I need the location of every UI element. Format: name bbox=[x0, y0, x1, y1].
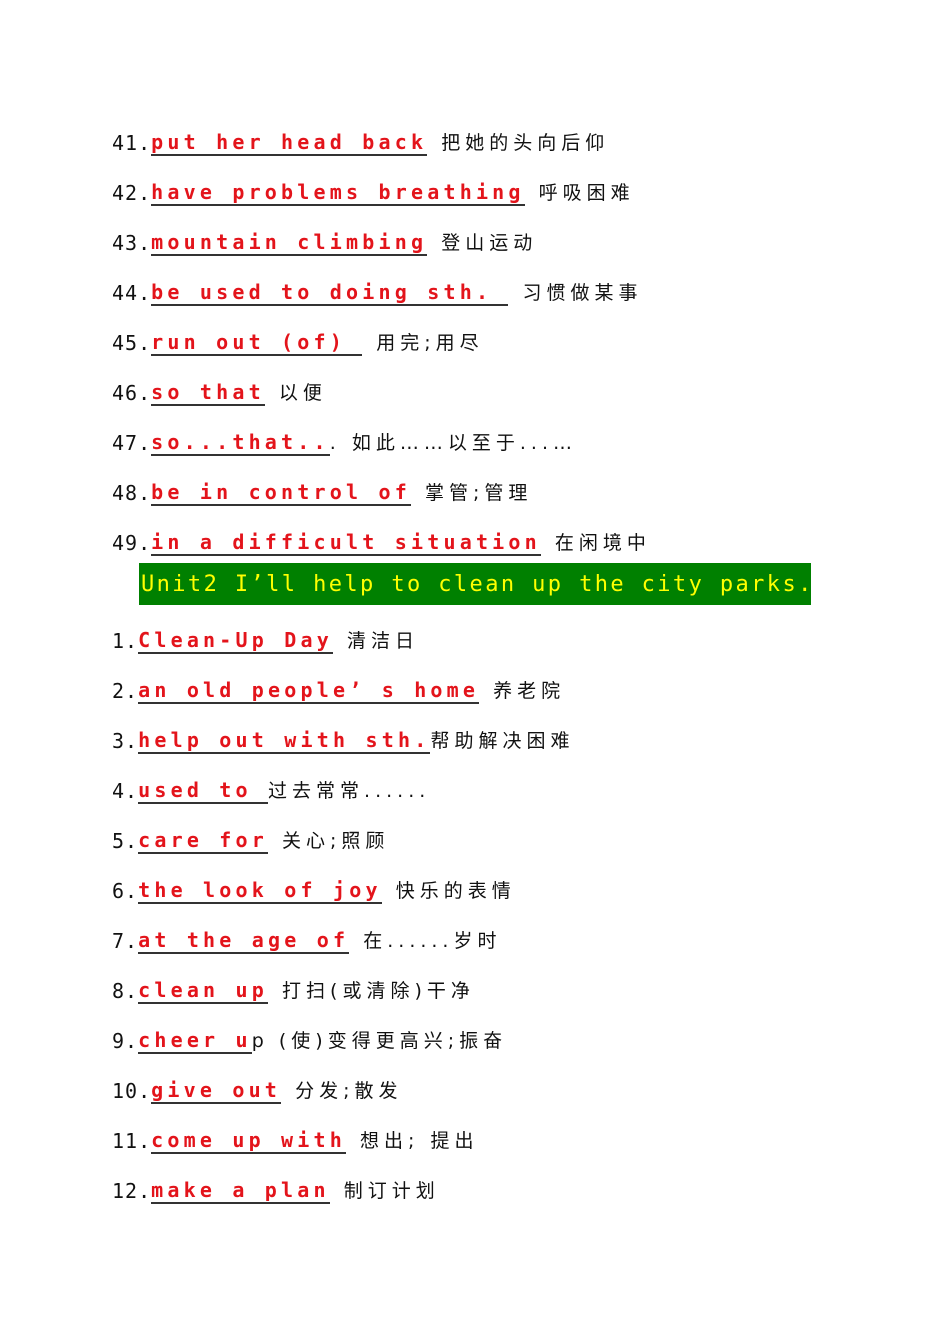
english-phrase: have problems breathing bbox=[151, 180, 525, 206]
chinese-meaning: 帮助解决困难 bbox=[430, 730, 575, 752]
chinese-meaning: 以便 bbox=[278, 382, 327, 404]
english-phrase: at the age of bbox=[138, 928, 350, 954]
english-phrase: run out (of) bbox=[151, 330, 363, 356]
vocab-item-10: 10. give out 分发;散发 bbox=[112, 1074, 402, 1104]
vocab-item-1: 1. Clean-Up Day 清洁日 bbox=[112, 624, 419, 654]
vocab-item-12: 12. make a plan 制订计划 bbox=[112, 1174, 440, 1204]
english-phrase: used to bbox=[138, 778, 269, 804]
chinese-meaning: 把她的头向后仰 bbox=[441, 132, 610, 154]
item-number: 49. bbox=[112, 531, 152, 555]
english-phrase: come up with bbox=[151, 1128, 347, 1154]
vocab-item-8: 8. clean up 打扫(或清除)干净 bbox=[112, 974, 475, 1004]
item-number: 11. bbox=[112, 1129, 152, 1153]
vocab-item-2: 2. an old people’ s home 养老院 bbox=[112, 674, 565, 704]
english-phrase: an old people’ s home bbox=[138, 678, 480, 704]
english-phrase: be in control of bbox=[151, 480, 411, 506]
vocab-item-47: 47. so...that.. . 如此……以至于...… bbox=[112, 426, 577, 456]
vocab-item-42: 42. have problems breathing 呼吸困难 bbox=[112, 176, 635, 206]
item-number: 46. bbox=[112, 381, 152, 405]
item-number: 5. bbox=[112, 829, 139, 853]
vocab-item-46: 46. so that 以便 bbox=[112, 376, 327, 406]
chinese-meaning: 养老院 bbox=[493, 680, 566, 702]
english-phrase: give out bbox=[151, 1078, 282, 1104]
vocab-item-44: 44. be used to doing sth. 习惯做某事 bbox=[112, 276, 642, 306]
english-phrase: put her head back bbox=[151, 130, 428, 156]
chinese-meaning: 用完;用尽 bbox=[376, 332, 484, 354]
chinese-meaning: 在......岁时 bbox=[363, 930, 502, 952]
item-number: 12. bbox=[112, 1179, 152, 1203]
chinese-meaning: 过去常常...... bbox=[268, 780, 431, 802]
english-phrase: the look of joy bbox=[138, 878, 382, 904]
english-phrase: clean up bbox=[138, 978, 269, 1004]
item-number: 43. bbox=[112, 231, 152, 255]
item-number: 44. bbox=[112, 281, 152, 305]
item-number: 45. bbox=[112, 331, 152, 355]
vocab-item-45: 45. run out (of) 用完;用尽 bbox=[112, 326, 484, 356]
vocab-item-7: 7. at the age of 在......岁时 bbox=[112, 924, 501, 954]
chinese-meaning: 习惯做某事 bbox=[522, 282, 643, 304]
english-phrase: cheer u bbox=[138, 1028, 252, 1054]
chinese-meaning: 快乐的表情 bbox=[395, 880, 516, 902]
item-number: 1. bbox=[112, 629, 139, 653]
chinese-meaning: 分发;散发 bbox=[295, 1080, 403, 1102]
item-number: 42. bbox=[112, 181, 152, 205]
chinese-meaning: 在闲境中 bbox=[554, 532, 651, 554]
chinese-meaning: . 如此……以至于...… bbox=[329, 432, 577, 454]
english-phrase: be used to doing sth. bbox=[151, 280, 509, 306]
item-number: 8. bbox=[112, 979, 139, 1003]
chinese-meaning: 想出; 提出 bbox=[360, 1130, 479, 1152]
item-number: 9. bbox=[112, 1029, 139, 1053]
vocab-item-4: 4. used to 过去常常...... bbox=[112, 774, 430, 804]
vocab-item-9: 9. cheer u p (使)变得更高兴;振奋 bbox=[112, 1024, 507, 1054]
item-number: 2. bbox=[112, 679, 139, 703]
document-page: 41. put her head back 把她的头向后仰 42. have p… bbox=[0, 0, 950, 1344]
vocab-item-48: 48. be in control of 掌管;管理 bbox=[112, 476, 532, 506]
chinese-meaning: 呼吸困难 bbox=[538, 182, 635, 204]
chinese-meaning: 关心;照顾 bbox=[282, 830, 390, 852]
english-phrase: Clean-Up Day bbox=[138, 628, 333, 654]
chinese-meaning: 掌管;管理 bbox=[424, 482, 533, 504]
vocab-item-49: 49. in a difficult situation 在闲境中 bbox=[112, 526, 651, 556]
vocab-item-43: 43. mountain climbing 登山运动 bbox=[112, 226, 537, 256]
english-phrase: care for bbox=[138, 828, 269, 854]
phrase-tail: p bbox=[251, 1030, 268, 1052]
vocab-item-11: 11. come up with 想出; 提出 bbox=[112, 1124, 478, 1154]
english-phrase: in a difficult situation bbox=[151, 530, 541, 556]
item-number: 48. bbox=[112, 481, 152, 505]
item-number: 10. bbox=[112, 1079, 152, 1103]
vocab-item-5: 5. care for 关心;照顾 bbox=[112, 824, 389, 854]
english-phrase: make a plan bbox=[151, 1178, 330, 1204]
vocab-item-41: 41. put her head back 把她的头向后仰 bbox=[112, 126, 609, 156]
chinese-meaning: (使)变得更高兴;振奋 bbox=[267, 1030, 508, 1052]
chinese-meaning: 清洁日 bbox=[347, 630, 420, 652]
english-phrase: help out with sth. bbox=[138, 728, 431, 754]
english-phrase: so that bbox=[151, 380, 265, 406]
english-phrase: mountain climbing bbox=[151, 230, 428, 256]
item-number: 7. bbox=[112, 929, 139, 953]
item-number: 3. bbox=[112, 729, 139, 753]
english-phrase: so...that.. bbox=[151, 430, 330, 456]
item-number: 6. bbox=[112, 879, 139, 903]
unit-heading-banner: Unit2 I’ll help to clean up the city par… bbox=[139, 563, 811, 605]
item-number: 41. bbox=[112, 131, 152, 155]
unit-heading-text: Unit2 I’ll help to clean up the city par… bbox=[141, 571, 814, 597]
chinese-meaning: 制订计划 bbox=[343, 1180, 440, 1202]
item-number: 4. bbox=[112, 779, 139, 803]
item-number: 47. bbox=[112, 431, 152, 455]
vocab-item-6: 6. the look of joy 快乐的表情 bbox=[112, 874, 516, 904]
chinese-meaning: 登山运动 bbox=[441, 232, 538, 254]
chinese-meaning: 打扫(或清除)干净 bbox=[282, 980, 475, 1002]
vocab-item-3: 3. help out with sth. 帮助解决困难 bbox=[112, 724, 574, 754]
